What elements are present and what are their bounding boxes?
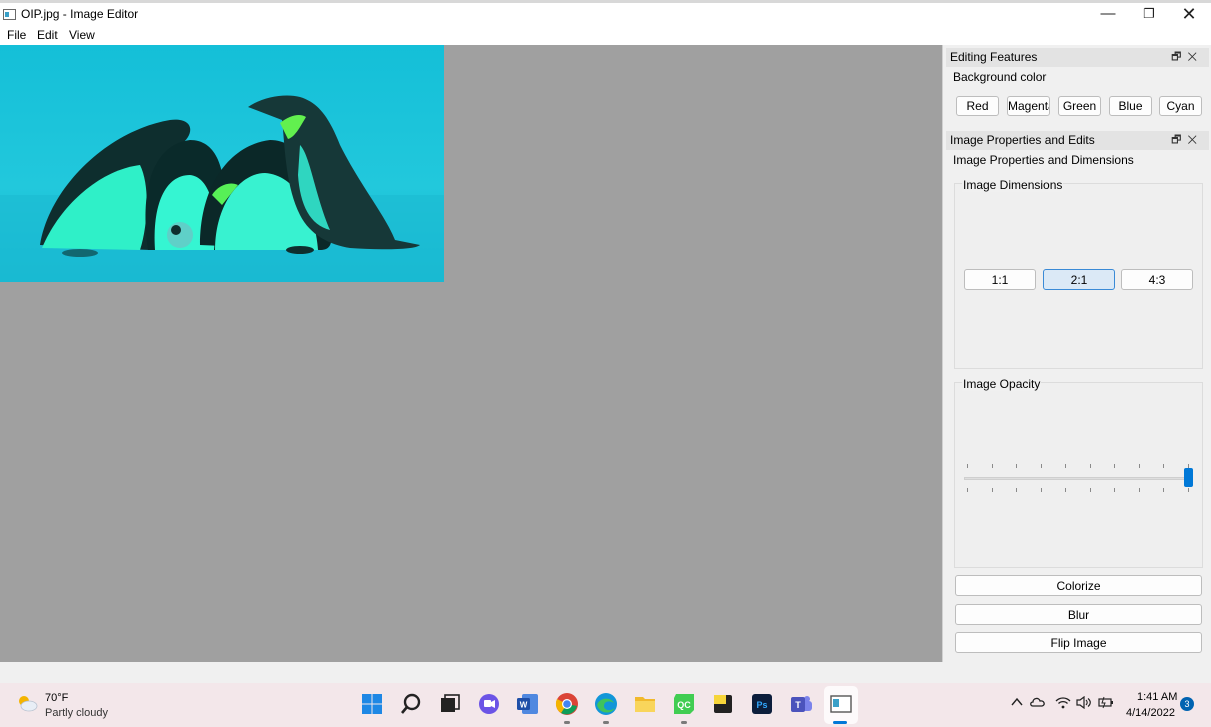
ratio-2-1-button[interactable]: 2:1 <box>1043 269 1115 290</box>
chevron-up-icon[interactable] <box>1011 696 1023 708</box>
slider-tick <box>967 464 968 468</box>
slider-tick <box>1114 488 1115 492</box>
taskbar: 70°F Partly cloudy W QC Ps T 1:41 AM 4/1… <box>0 683 1211 727</box>
editing-features-header[interactable]: Editing Features 🗗✕ <box>946 48 1209 67</box>
slider-tick <box>991 488 993 492</box>
slider-tick <box>1138 488 1140 492</box>
title-bar: OIP.jpg - Image Editor — ❐ ✕ <box>0 0 1211 27</box>
slider-tick <box>1187 488 1189 492</box>
image-dimensions-label: Image Dimensions <box>962 178 1064 192</box>
ratio-1-1-button[interactable]: 1:1 <box>964 269 1036 290</box>
windows-start-icon[interactable] <box>360 692 384 716</box>
svg-text:W: W <box>520 701 528 710</box>
float-icon[interactable]: 🗗 <box>1171 51 1187 63</box>
colorize-button[interactable]: Colorize <box>955 575 1202 596</box>
opacity-slider-track[interactable] <box>964 477 1188 480</box>
slider-tick <box>1114 464 1115 468</box>
file-explorer-icon[interactable] <box>633 692 657 716</box>
edge-icon[interactable] <box>594 692 618 716</box>
flip-image-button[interactable]: Flip Image <box>955 632 1202 653</box>
slider-tick <box>1089 488 1091 492</box>
slider-tick <box>1163 464 1164 468</box>
magenta-button[interactable]: Magenta <box>1007 96 1050 116</box>
photoshop-icon[interactable]: Ps <box>750 692 774 716</box>
chat-icon[interactable] <box>477 692 501 716</box>
app-icon <box>3 9 16 20</box>
slider-tick <box>991 464 993 468</box>
slider-tick <box>1065 488 1066 492</box>
background-color-label: Background color <box>953 70 1047 84</box>
menu-edit[interactable]: Edit <box>37 28 58 42</box>
search-icon[interactable] <box>399 692 423 716</box>
slider-tick <box>1163 488 1164 492</box>
sticky-notes-icon[interactable] <box>711 692 735 716</box>
slider-tick <box>1089 464 1091 468</box>
slider-tick <box>1016 464 1017 468</box>
svg-text:QC: QC <box>677 700 691 710</box>
word-icon[interactable]: W <box>516 692 540 716</box>
task-view-icon[interactable] <box>438 692 462 716</box>
opacity-slider-handle[interactable] <box>1184 468 1193 487</box>
volume-icon[interactable] <box>1076 696 1092 709</box>
image-properties-title: Image Properties and Edits <box>950 133 1095 147</box>
ratio-4-3-button[interactable]: 4:3 <box>1121 269 1193 290</box>
close-button[interactable]: ✕ <box>1174 5 1204 25</box>
editing-features-title: Editing Features <box>950 50 1038 64</box>
wifi-icon[interactable] <box>1055 696 1071 709</box>
qt-creator-icon[interactable]: QC <box>672 692 696 716</box>
close-icon[interactable]: ✕ <box>1187 134 1203 146</box>
window-title: OIP.jpg - Image Editor <box>21 7 139 21</box>
image-preview <box>0 45 444 282</box>
red-button[interactable]: Red <box>956 96 999 116</box>
image-canvas[interactable] <box>0 45 942 662</box>
menu-view[interactable]: View <box>69 28 95 42</box>
chrome-icon[interactable] <box>555 692 579 716</box>
partly-cloudy-icon <box>19 696 38 712</box>
notification-badge[interactable]: 3 <box>1180 697 1194 711</box>
clock-time[interactable]: 1:41 AM <box>1137 691 1177 703</box>
image-properties-section-label: Image Properties and Dimensions <box>953 153 1134 167</box>
slider-tick <box>967 488 968 492</box>
slider-tick <box>1065 464 1066 468</box>
slider-tick <box>1016 488 1017 492</box>
teams-icon[interactable]: T <box>789 692 813 716</box>
clock-date[interactable]: 4/14/2022 <box>1126 707 1175 719</box>
green-button[interactable]: Green <box>1058 96 1101 116</box>
float-icon[interactable]: 🗗 <box>1171 134 1187 146</box>
menu-bar: File Edit View <box>0 27 1211 45</box>
battery-icon[interactable] <box>1098 696 1114 709</box>
svg-text:T: T <box>795 700 801 710</box>
image-editor-icon[interactable] <box>829 692 853 716</box>
image-properties-header[interactable]: Image Properties and Edits 🗗✕ <box>946 131 1209 150</box>
weather-description[interactable]: Partly cloudy <box>45 707 108 719</box>
image-opacity-label: Image Opacity <box>962 377 1042 391</box>
slider-tick <box>1187 464 1189 468</box>
status-bar <box>0 662 1211 683</box>
blue-button[interactable]: Blue <box>1109 96 1152 116</box>
onedrive-icon[interactable] <box>1030 696 1046 708</box>
weather-temperature[interactable]: 70°F <box>45 692 68 704</box>
slider-tick <box>1040 464 1042 468</box>
penguin-photo <box>0 45 444 282</box>
cyan-button[interactable]: Cyan <box>1159 96 1202 116</box>
slider-tick <box>1040 488 1042 492</box>
menu-file[interactable]: File <box>7 28 26 42</box>
close-icon[interactable]: ✕ <box>1187 51 1203 63</box>
minimize-button[interactable]: — <box>1093 5 1123 25</box>
svg-text:Ps: Ps <box>756 700 767 710</box>
maximize-button[interactable]: ❐ <box>1134 5 1164 25</box>
image-opacity-group <box>954 382 1203 568</box>
blur-button[interactable]: Blur <box>955 604 1202 625</box>
slider-tick <box>1138 464 1140 468</box>
